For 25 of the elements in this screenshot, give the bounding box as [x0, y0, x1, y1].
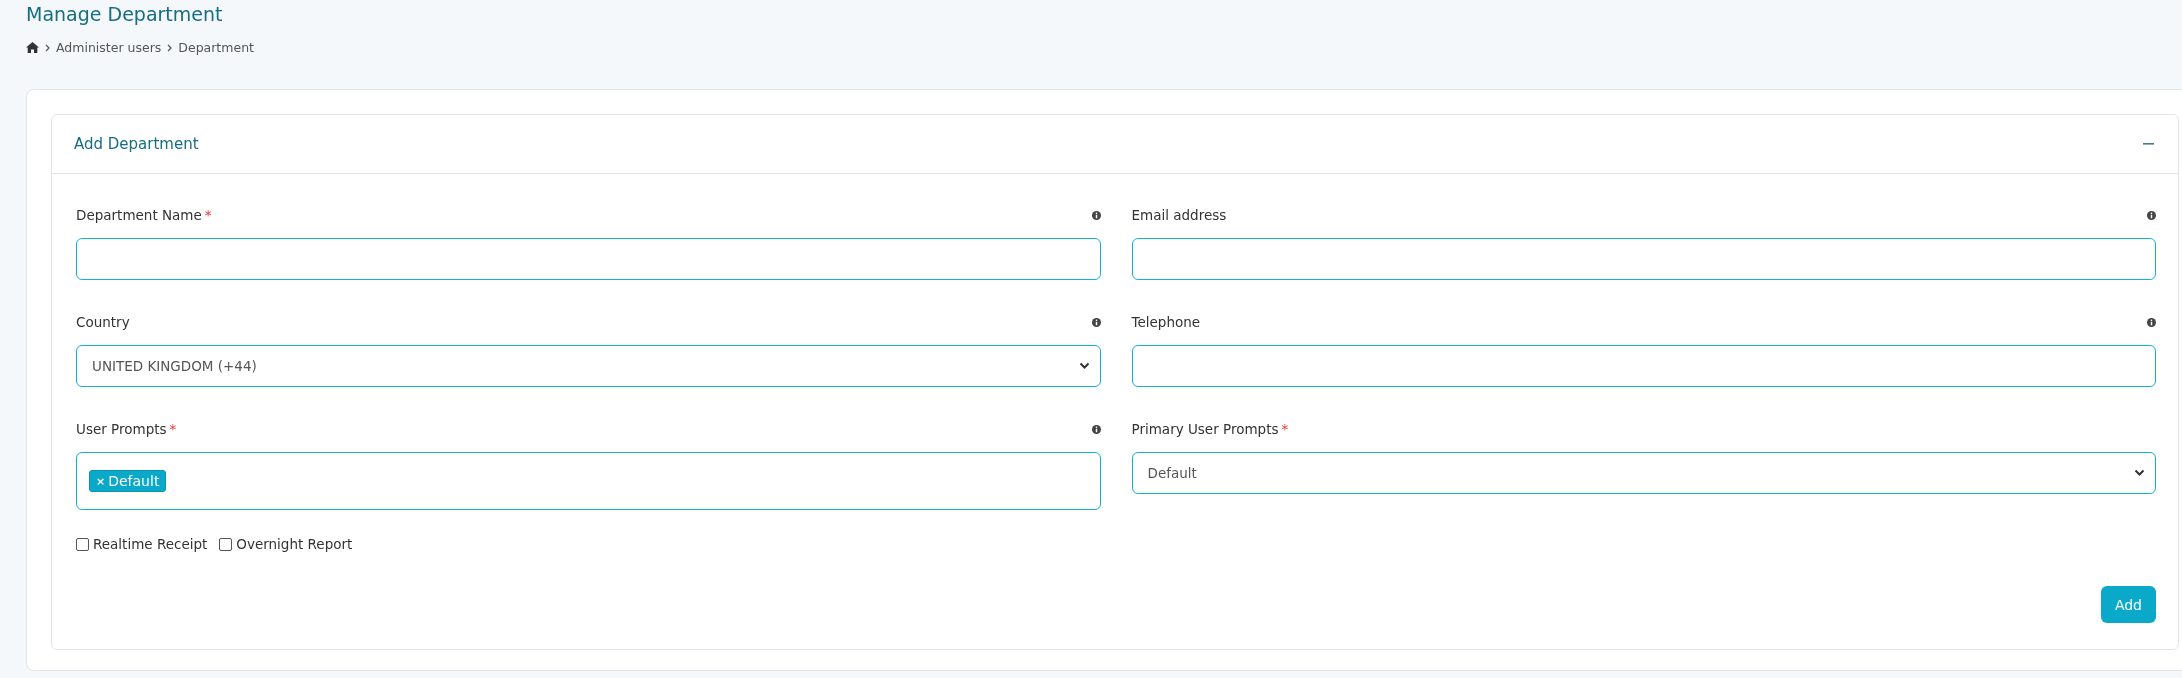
card-title: Add Department [74, 135, 199, 153]
field-label: Country [76, 314, 130, 330]
field-label: Department Name * [76, 207, 212, 223]
page-title: Manage Department [25, 2, 224, 26]
breadcrumb-link[interactable]: Administer users [56, 40, 162, 55]
checkbox-label: Realtime Receipt [93, 536, 208, 552]
text-input-field[interactable] [76, 238, 1101, 280]
dropdown-field[interactable]: UNITED KINGDOM (+44) [76, 345, 1101, 387]
chevron-right-icon [167, 43, 173, 52]
text-input-field[interactable] [1131, 345, 2156, 387]
checkbox[interactable] [219, 537, 233, 551]
home-icon[interactable] [26, 42, 39, 53]
field-label: Telephone [1131, 314, 1201, 330]
chevron-down-icon [1078, 362, 1090, 370]
breadcrumb-link[interactable]: Department [178, 40, 254, 55]
text-input-field[interactable] [1131, 238, 2156, 280]
field-label: Email address [1131, 207, 1227, 223]
chevron-down-icon [2134, 469, 2145, 477]
field-label: Primary User Prompts * [1131, 421, 1289, 437]
dropdown-field[interactable]: Default [1131, 452, 2156, 494]
chevron-right-icon [45, 43, 50, 52]
minus-icon [2143, 143, 2154, 145]
checkbox-label: Overnight Report [236, 536, 353, 552]
checkbox[interactable] [76, 537, 89, 551]
field-label: User Prompts * [76, 421, 177, 437]
